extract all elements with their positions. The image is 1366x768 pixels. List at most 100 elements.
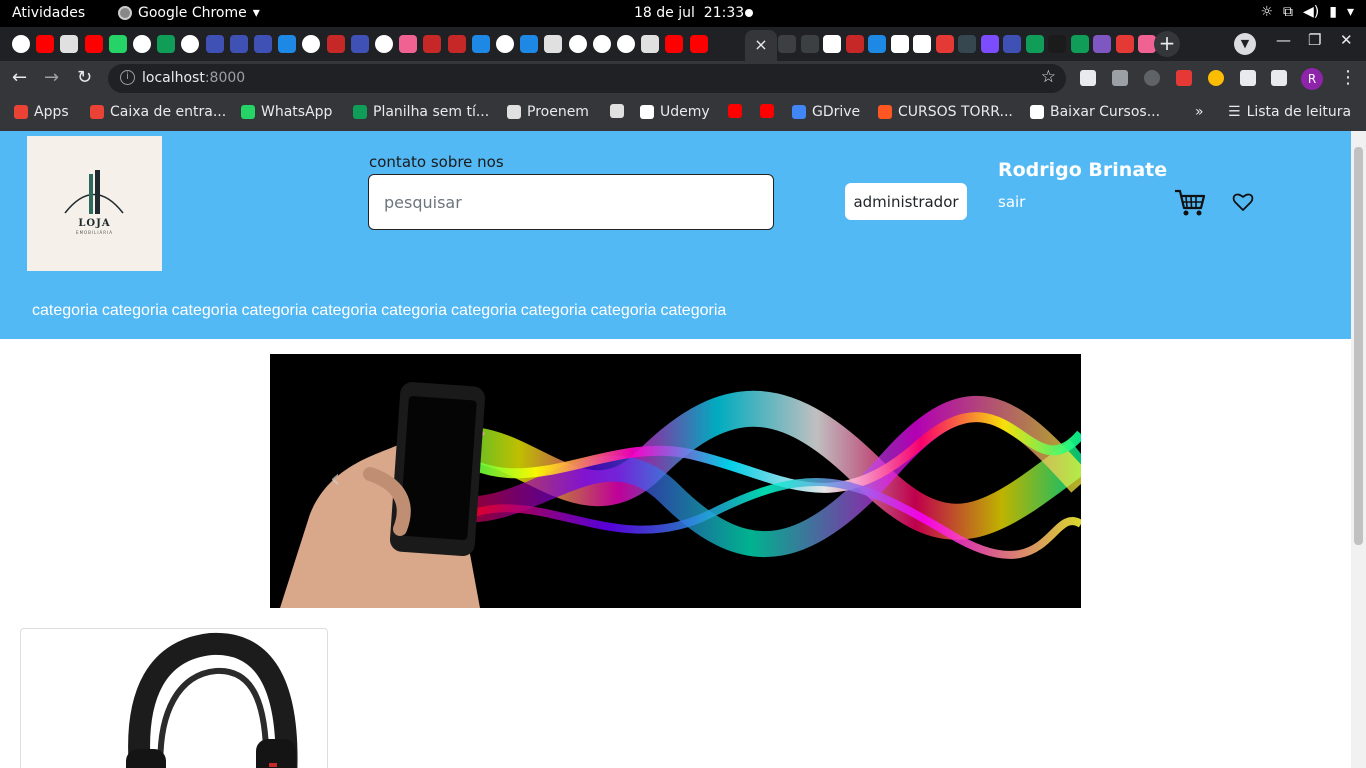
extension-icon[interactable] [1144, 70, 1160, 86]
minimize-icon[interactable]: — [1276, 31, 1291, 49]
header-links[interactable]: contato sobre nos [369, 153, 504, 171]
category-link[interactable]: categoria [172, 302, 238, 319]
tab-favicon[interactable] [12, 35, 30, 53]
category-link[interactable]: categoria [451, 302, 517, 319]
tab-favicon[interactable] [520, 35, 539, 53]
reload-icon[interactable]: ↻ [77, 67, 92, 88]
category-link[interactable]: categoria [32, 302, 98, 319]
banner-carousel[interactable]: ‹ [270, 354, 1081, 608]
tab-favicon[interactable] [302, 35, 321, 53]
tab-favicon[interactable] [868, 35, 886, 53]
maximize-icon[interactable]: ❐ [1308, 31, 1321, 49]
tab-favicon[interactable] [845, 35, 864, 53]
media-control-icon[interactable] [1271, 70, 1287, 86]
tab-favicon[interactable] [800, 35, 819, 53]
tab-favicon[interactable] [423, 35, 442, 53]
product-card[interactable] [20, 628, 328, 768]
back-icon[interactable]: ← [12, 67, 27, 88]
tab-favicon[interactable] [157, 35, 176, 53]
search-input[interactable] [368, 174, 774, 230]
extension-icon[interactable] [1080, 70, 1096, 86]
system-tray[interactable]: ☼ ⧉ ◀) ▮ ▾ [1260, 4, 1354, 20]
tab-favicon[interactable] [617, 35, 635, 53]
tab-favicon[interactable] [229, 35, 248, 53]
tab-favicon[interactable] [913, 35, 931, 53]
close-window-icon[interactable]: ✕ [1340, 31, 1353, 49]
tab-favicon[interactable] [496, 35, 514, 53]
bookmark-item[interactable] [760, 104, 774, 118]
heart-icon[interactable] [1232, 192, 1254, 212]
tab-favicon[interactable] [1093, 35, 1111, 53]
tab-favicon[interactable] [375, 35, 393, 53]
tab-favicon[interactable] [447, 35, 466, 53]
tab-favicon[interactable] [568, 35, 587, 53]
tab-favicon[interactable] [1115, 35, 1134, 53]
tab-favicon[interactable] [890, 35, 909, 53]
vertical-scrollbar[interactable] [1351, 131, 1366, 768]
category-link[interactable]: categoria [241, 302, 307, 319]
category-link[interactable]: categoria [660, 302, 726, 319]
profile-avatar[interactable]: R [1301, 68, 1323, 90]
tab-favicon[interactable] [254, 35, 272, 53]
tab-favicon[interactable] [350, 35, 369, 53]
tab-favicon[interactable] [665, 35, 684, 53]
bookmark-item[interactable]: Planilha sem tí... [353, 104, 489, 120]
category-link[interactable]: categoria [521, 302, 587, 319]
admin-button[interactable]: administrador [845, 183, 967, 220]
tab-favicon[interactable] [980, 35, 999, 53]
puzzle-icon[interactable] [1240, 70, 1256, 86]
bookmark-item[interactable]: Proenem [507, 104, 589, 120]
tab-favicon[interactable] [592, 35, 611, 53]
close-tab-icon[interactable]: × [754, 35, 767, 54]
category-link[interactable]: categoria [381, 302, 447, 319]
bookmark-item[interactable] [728, 104, 742, 118]
clock[interactable]: 18 de jul 21:33 [634, 5, 744, 21]
bookmark-item[interactable]: Apps [14, 104, 69, 120]
bookmark-item[interactable]: Udemy [640, 104, 710, 120]
tab-favicon[interactable] [1048, 35, 1066, 53]
bookmark-item[interactable] [610, 104, 624, 118]
active-tab[interactable]: × [745, 30, 777, 61]
category-link[interactable]: categoria [102, 302, 168, 319]
tab-favicon[interactable] [326, 35, 345, 53]
new-tab-button[interactable]: + [1154, 31, 1180, 57]
tab-favicon[interactable] [544, 35, 563, 53]
tab-favicon[interactable] [60, 35, 79, 53]
tab-favicon[interactable] [823, 35, 841, 53]
bookmark-star-icon[interactable]: ☆ [1041, 67, 1056, 87]
tab-favicon[interactable] [778, 35, 796, 53]
extension-icon[interactable] [1208, 70, 1224, 86]
bookmark-item[interactable]: GDrive [792, 104, 860, 120]
bookmark-item[interactable]: Caixa de entra... [90, 104, 226, 120]
tab-favicon[interactable] [935, 35, 954, 53]
carousel-prev-icon[interactable]: ‹ [330, 464, 340, 494]
tab-favicon[interactable] [958, 35, 976, 53]
tab-favicon[interactable] [108, 35, 127, 53]
bookmarks-overflow-icon[interactable]: » [1195, 104, 1204, 120]
tab-favicon[interactable] [36, 35, 55, 53]
bookmark-item[interactable]: WhatsApp [241, 104, 332, 120]
tab-favicon[interactable] [471, 35, 490, 53]
forward-icon[interactable]: → [44, 67, 59, 88]
store-logo[interactable]: LOJA EMOBILIÁRIA [27, 136, 162, 271]
app-menu[interactable]: Google Chrome ▾ [118, 5, 260, 21]
tab-favicon[interactable] [278, 35, 297, 53]
kebab-menu-icon[interactable]: ⋮ [1339, 67, 1357, 88]
tab-favicon[interactable] [1003, 35, 1021, 53]
bookmark-item[interactable]: Baixar Cursos... [1030, 104, 1160, 120]
tab-favicon[interactable] [205, 35, 224, 53]
reading-list-button[interactable]: ☰ Lista de leitura [1228, 104, 1351, 120]
tab-favicon[interactable] [181, 35, 200, 53]
tab-favicon[interactable] [641, 35, 660, 53]
category-link[interactable]: categoria [591, 302, 657, 319]
tab-favicon[interactable] [133, 35, 151, 53]
logout-link[interactable]: sair [998, 193, 1025, 211]
tab-favicon[interactable] [84, 35, 103, 53]
tab-favicon[interactable] [1025, 35, 1044, 53]
scrollbar-thumb[interactable] [1354, 147, 1363, 545]
tab-favicon[interactable] [1070, 35, 1089, 53]
bookmark-item[interactable]: CURSOS TORR... [878, 104, 1013, 120]
tab-favicon[interactable] [399, 35, 418, 53]
address-bar[interactable]: i localhost:8000 ☆ [108, 64, 1066, 93]
category-link[interactable]: categoria [311, 302, 377, 319]
